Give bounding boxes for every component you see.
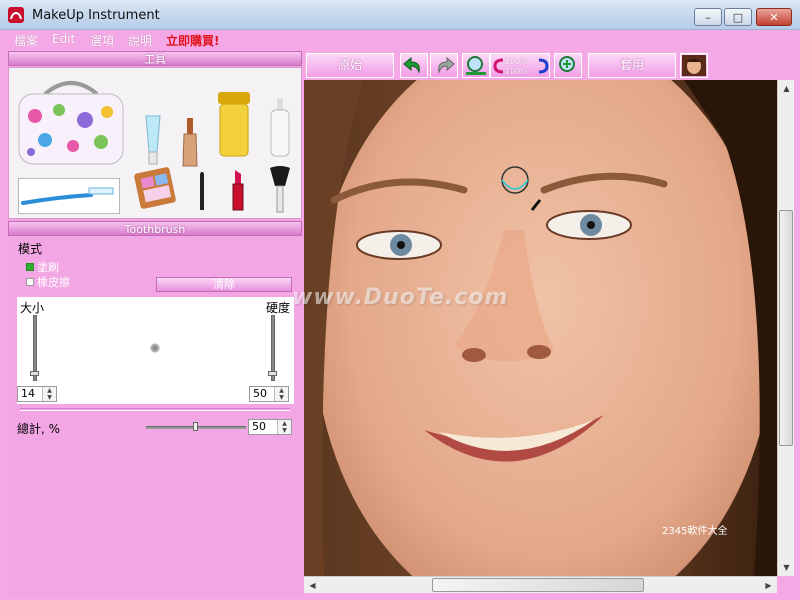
left-panel: 工具 Toothbrush 模式 塗刷 橡皮擦 清除 大小 硬度 14 ▲ ▼ …	[8, 51, 304, 596]
brush-preview	[150, 343, 160, 353]
hardness-slider[interactable]	[268, 315, 277, 381]
menu-bar: 檔案 Edit 選項 說明 立即購買!	[0, 30, 800, 49]
menu-file[interactable]: 檔案	[14, 32, 38, 49]
divider	[20, 408, 290, 411]
brush-header: Toothbrush	[8, 221, 302, 236]
size-slider[interactable]	[30, 315, 39, 381]
eyeshadow-palette-icon[interactable]	[133, 166, 177, 210]
redo-button[interactable]	[430, 53, 458, 78]
hardness-spinbox[interactable]: 50 ▲ ▼	[249, 386, 289, 402]
original-button[interactable]: 原始	[306, 53, 394, 78]
close-button[interactable]: ✕	[756, 8, 792, 26]
total-label: 總計, %	[17, 422, 61, 436]
mode-label: 模式	[18, 242, 43, 256]
corner-logo-text: 2345軟件大全	[662, 526, 728, 537]
title-bar: MakeUp Instrument – □ ✕	[0, 0, 800, 30]
hardness-spin-arrows[interactable]: ▲ ▼	[274, 387, 288, 401]
zoom-left-arrow-icon	[493, 58, 504, 74]
scroll-down-icon[interactable]: ▼	[778, 559, 795, 576]
mode-option-paint[interactable]: 塗刷	[26, 259, 59, 275]
menu-buy-now[interactable]: 立即購買!	[166, 32, 219, 49]
brush-settings: 模式 塗刷 橡皮擦 清除 大小 硬度 14 ▲ ▼ 50 ▲ ▼ 總計, % 5…	[8, 236, 302, 592]
vertical-scroll-thumb[interactable]	[779, 210, 793, 446]
size-slider-thumb[interactable]	[30, 371, 39, 376]
magnifier-plus-icon	[559, 56, 575, 72]
foundation-bottle-icon[interactable]	[181, 116, 199, 168]
watermark-text: www.DuoTe.com	[292, 285, 509, 310]
size-spin-arrows[interactable]: ▲ ▼	[42, 387, 56, 401]
window-title: MakeUp Instrument	[32, 8, 160, 23]
total-value[interactable]: 50	[252, 420, 266, 433]
zoom-in-button[interactable]	[554, 53, 582, 78]
tools-header: 工具	[8, 51, 302, 66]
horizontal-scrollbar[interactable]: ◀ ▶	[304, 576, 777, 593]
zoom-100-label: 100%	[505, 67, 528, 76]
radio-selected-icon[interactable]	[26, 263, 34, 271]
size-value[interactable]: 14	[21, 387, 35, 400]
minimize-button[interactable]: –	[694, 8, 722, 26]
tools-box	[8, 67, 302, 219]
clear-button[interactable]: 清除	[156, 277, 292, 292]
toothbrush-tool-selected[interactable]	[18, 178, 120, 214]
horizontal-scroll-thumb[interactable]	[432, 578, 644, 592]
maximize-button[interactable]: □	[724, 8, 752, 26]
photo-thumbnail-icon	[682, 55, 706, 76]
concealer-tube-icon[interactable]	[143, 112, 163, 166]
menu-options[interactable]: 選項	[90, 32, 114, 49]
zoom-right-arrow-icon	[538, 58, 549, 74]
size-spinbox[interactable]: 14 ▲ ▼	[17, 386, 57, 402]
zoom-200-label: 200%	[505, 57, 528, 66]
menu-help[interactable]: 說明	[128, 32, 152, 49]
apply-button[interactable]: 套用	[588, 53, 676, 78]
undo-icon	[403, 56, 420, 74]
app-logo-icon	[8, 7, 24, 23]
magnifier-minus-icon	[466, 56, 486, 75]
cosmetic-bag-icon[interactable]	[15, 76, 127, 168]
hardness-label: 硬度	[266, 301, 291, 315]
face-photo[interactable]	[304, 80, 777, 576]
total-slider[interactable]	[146, 422, 246, 431]
undo-button[interactable]	[400, 53, 428, 78]
mode-option-eraser-label: 橡皮擦	[37, 276, 70, 289]
redo-icon	[438, 56, 455, 74]
lipstick-icon[interactable]	[231, 168, 245, 212]
total-slider-thumb[interactable]	[193, 422, 198, 431]
radio-unselected-icon[interactable]	[26, 278, 34, 286]
toothbrush-icon	[21, 187, 114, 205]
total-spinbox[interactable]: 50 ▲ ▼	[248, 419, 292, 435]
size-label: 大小	[20, 301, 45, 315]
photo-thumbnail-button[interactable]	[680, 53, 708, 78]
eyeliner-icon[interactable]	[197, 172, 207, 212]
powder-brush-icon[interactable]	[267, 166, 293, 214]
photo-canvas[interactable]	[304, 80, 777, 576]
mode-option-paint-label: 塗刷	[37, 261, 59, 274]
zoom-toggle-button[interactable]: 200% 100%	[490, 53, 550, 78]
menu-edit[interactable]: Edit	[52, 32, 75, 46]
zoom-out-button[interactable]	[462, 53, 490, 78]
hardness-value[interactable]: 50	[253, 387, 267, 400]
total-spin-arrows[interactable]: ▲ ▼	[277, 420, 291, 434]
mode-option-eraser[interactable]: 橡皮擦	[26, 274, 70, 290]
scroll-up-icon[interactable]: ▲	[778, 80, 795, 97]
scroll-left-icon[interactable]: ◀	[304, 577, 321, 594]
vertical-scrollbar[interactable]: ▲ ▼	[777, 80, 794, 576]
toolbar: 原始 200% 100% 套用	[304, 51, 800, 80]
brush-size-hardness-box: 大小 硬度 14 ▲ ▼ 50 ▲ ▼	[17, 297, 294, 404]
cream-jar-icon[interactable]	[217, 90, 251, 158]
scroll-right-icon[interactable]: ▶	[760, 577, 777, 594]
hardness-slider-thumb[interactable]	[268, 371, 277, 376]
lotion-bottle-icon[interactable]	[267, 98, 293, 158]
